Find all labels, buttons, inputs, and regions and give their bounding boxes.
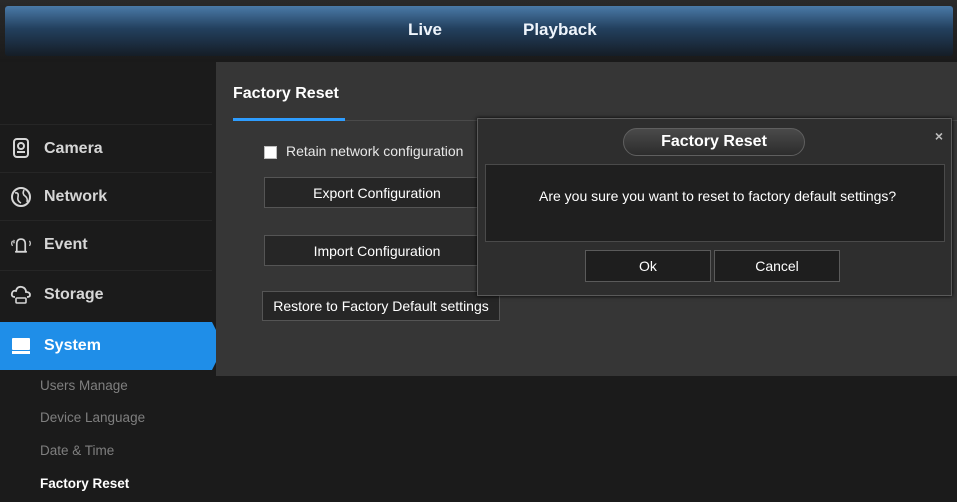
- dialog-title: Factory Reset: [623, 128, 805, 156]
- factory-reset-dialog: Factory Reset × Are you sure you want to…: [477, 118, 952, 296]
- sidebar-item-storage[interactable]: Storage: [0, 270, 212, 319]
- export-configuration-button[interactable]: Export Configuration: [264, 177, 490, 208]
- retain-network-label: Retain network configuration: [286, 143, 464, 159]
- sidebar-item-label: Event: [44, 236, 88, 253]
- sidebar-item-label: Network: [44, 188, 108, 205]
- retain-network-checkbox[interactable]: [264, 146, 277, 159]
- sidebar-item-event[interactable]: Event: [0, 220, 212, 269]
- top-navigation-bar: Live Playback: [0, 0, 957, 62]
- dialog-message: Are you sure you want to reset to factor…: [539, 188, 897, 204]
- title-underline: [233, 118, 345, 121]
- sidebar-item-label: Storage: [44, 286, 104, 303]
- subnav-factory-reset[interactable]: Factory Reset: [40, 476, 129, 491]
- camera-icon: [10, 138, 32, 160]
- sidebar-item-system[interactable]: System: [0, 322, 212, 370]
- page-title: Factory Reset: [233, 85, 339, 102]
- tab-live[interactable]: Live: [408, 20, 442, 40]
- sidebar-item-network[interactable]: Network: [0, 172, 212, 221]
- close-icon[interactable]: ×: [935, 128, 943, 144]
- dialog-message-box: Are you sure you want to reset to factor…: [485, 164, 945, 242]
- storage-cloud-icon: [10, 284, 32, 306]
- tab-playback[interactable]: Playback: [523, 20, 597, 40]
- sidebar-item-label: System: [44, 337, 101, 354]
- sidebar-item-label: Camera: [44, 140, 103, 157]
- cancel-button[interactable]: Cancel: [714, 250, 840, 282]
- subnav-date-time[interactable]: Date & Time: [40, 443, 114, 458]
- subnav-device-language[interactable]: Device Language: [40, 410, 145, 425]
- ok-button[interactable]: Ok: [585, 250, 711, 282]
- subnav-users-manage[interactable]: Users Manage: [40, 378, 128, 393]
- restore-factory-default-button[interactable]: Restore to Factory Default settings: [262, 291, 500, 321]
- network-globe-icon: [10, 186, 32, 208]
- sidebar-item-camera[interactable]: Camera: [0, 124, 212, 173]
- import-configuration-button[interactable]: Import Configuration: [264, 235, 490, 266]
- monitor-icon: [10, 335, 32, 357]
- top-bar-highlight: [5, 6, 953, 56]
- event-alarm-icon: [10, 234, 32, 256]
